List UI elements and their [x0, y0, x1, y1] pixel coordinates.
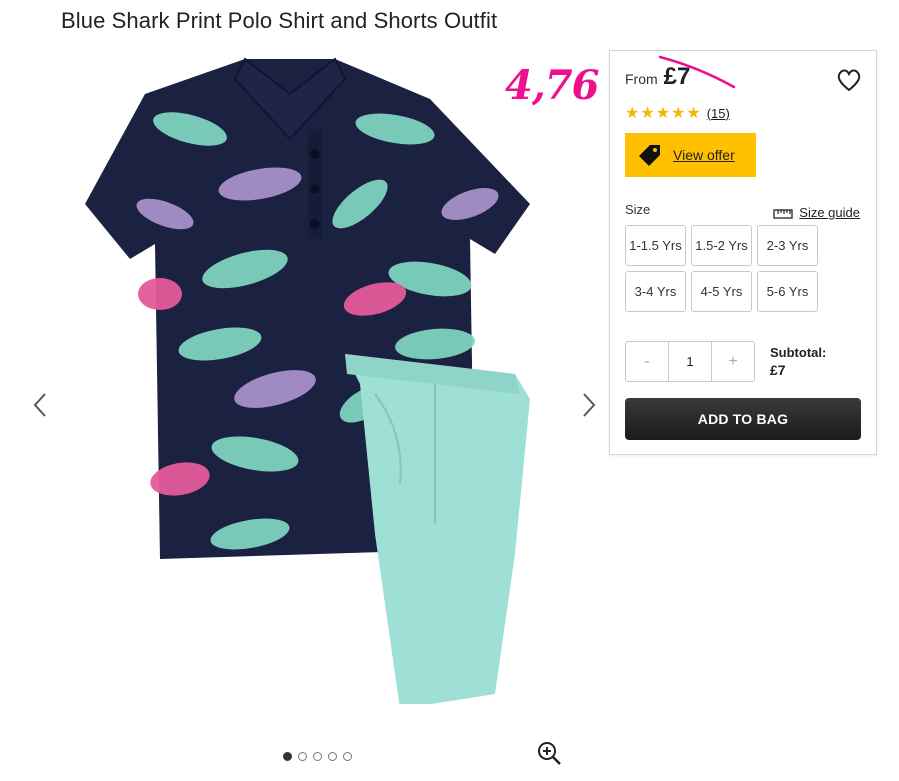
star-icon: ★ — [671, 103, 686, 122]
carousel-dot[interactable] — [328, 752, 337, 761]
quantity-input[interactable] — [668, 342, 712, 381]
quantity-decrease-button[interactable]: - — [626, 342, 668, 381]
handwritten-price-annotation: 4,76 — [505, 62, 599, 109]
size-option[interactable]: 1-1.5 Yrs — [625, 225, 686, 266]
size-option[interactable]: 5-6 Yrs — [757, 271, 818, 312]
ruler-icon — [773, 208, 793, 219]
chevron-right-icon — [583, 393, 596, 417]
rating: ★ ★ ★ ★ ★ (15) — [625, 105, 730, 121]
add-to-bag-button[interactable]: ADD TO BAG — [625, 398, 861, 440]
carousel-dots — [283, 752, 352, 761]
wishlist-heart-icon[interactable] — [836, 67, 862, 93]
size-option[interactable]: 3-4 Yrs — [625, 271, 686, 312]
size-option[interactable]: 2-3 Yrs — [757, 225, 818, 266]
zoom-in-icon[interactable] — [536, 740, 562, 766]
view-offer-label: View offer — [673, 147, 735, 163]
size-guide-link[interactable]: Size guide — [773, 205, 860, 220]
product-title: Blue Shark Print Polo Shirt and Shorts O… — [61, 8, 498, 33]
previous-image-button[interactable] — [30, 390, 50, 420]
price-tag-icon — [639, 145, 660, 166]
subtotal-label: Subtotal: — [770, 345, 827, 360]
star-rating: ★ ★ ★ ★ ★ — [625, 105, 701, 121]
product-gallery — [0, 40, 610, 781]
star-icon: ★ — [655, 103, 671, 122]
carousel-dot[interactable] — [298, 752, 307, 761]
product-image — [85, 57, 530, 704]
quantity-increase-button[interactable]: + — [712, 342, 754, 381]
purchase-panel: From £7 ★ ★ ★ ★ ★ (15) View offer Size S… — [609, 50, 877, 455]
star-icon: ★ — [640, 103, 655, 122]
review-count-link[interactable]: (15) — [707, 106, 730, 121]
view-offer-button[interactable]: View offer — [625, 133, 756, 177]
size-option[interactable]: 4-5 Yrs — [691, 271, 752, 312]
carousel-dot[interactable] — [343, 752, 352, 761]
size-label: Size — [625, 202, 651, 217]
price-strikethrough-mark — [658, 55, 736, 89]
chevron-left-icon — [33, 393, 46, 417]
quantity-stepper: - + — [625, 341, 755, 382]
size-guide-label: Size guide — [799, 205, 860, 220]
subtotal-value: £7 — [770, 362, 786, 378]
from-label: From — [625, 71, 658, 87]
size-option[interactable]: 1.5-2 Yrs — [691, 225, 752, 266]
star-icon: ★ — [625, 103, 640, 122]
size-options: 1-1.5 Yrs 1.5-2 Yrs 2-3 Yrs 3-4 Yrs 4-5 … — [625, 225, 818, 312]
subtotal: Subtotal: £7 — [770, 345, 826, 378]
star-icon: ★ — [686, 103, 701, 122]
carousel-dot[interactable] — [313, 752, 322, 761]
carousel-dot[interactable] — [283, 752, 292, 761]
next-image-button[interactable] — [579, 390, 599, 420]
